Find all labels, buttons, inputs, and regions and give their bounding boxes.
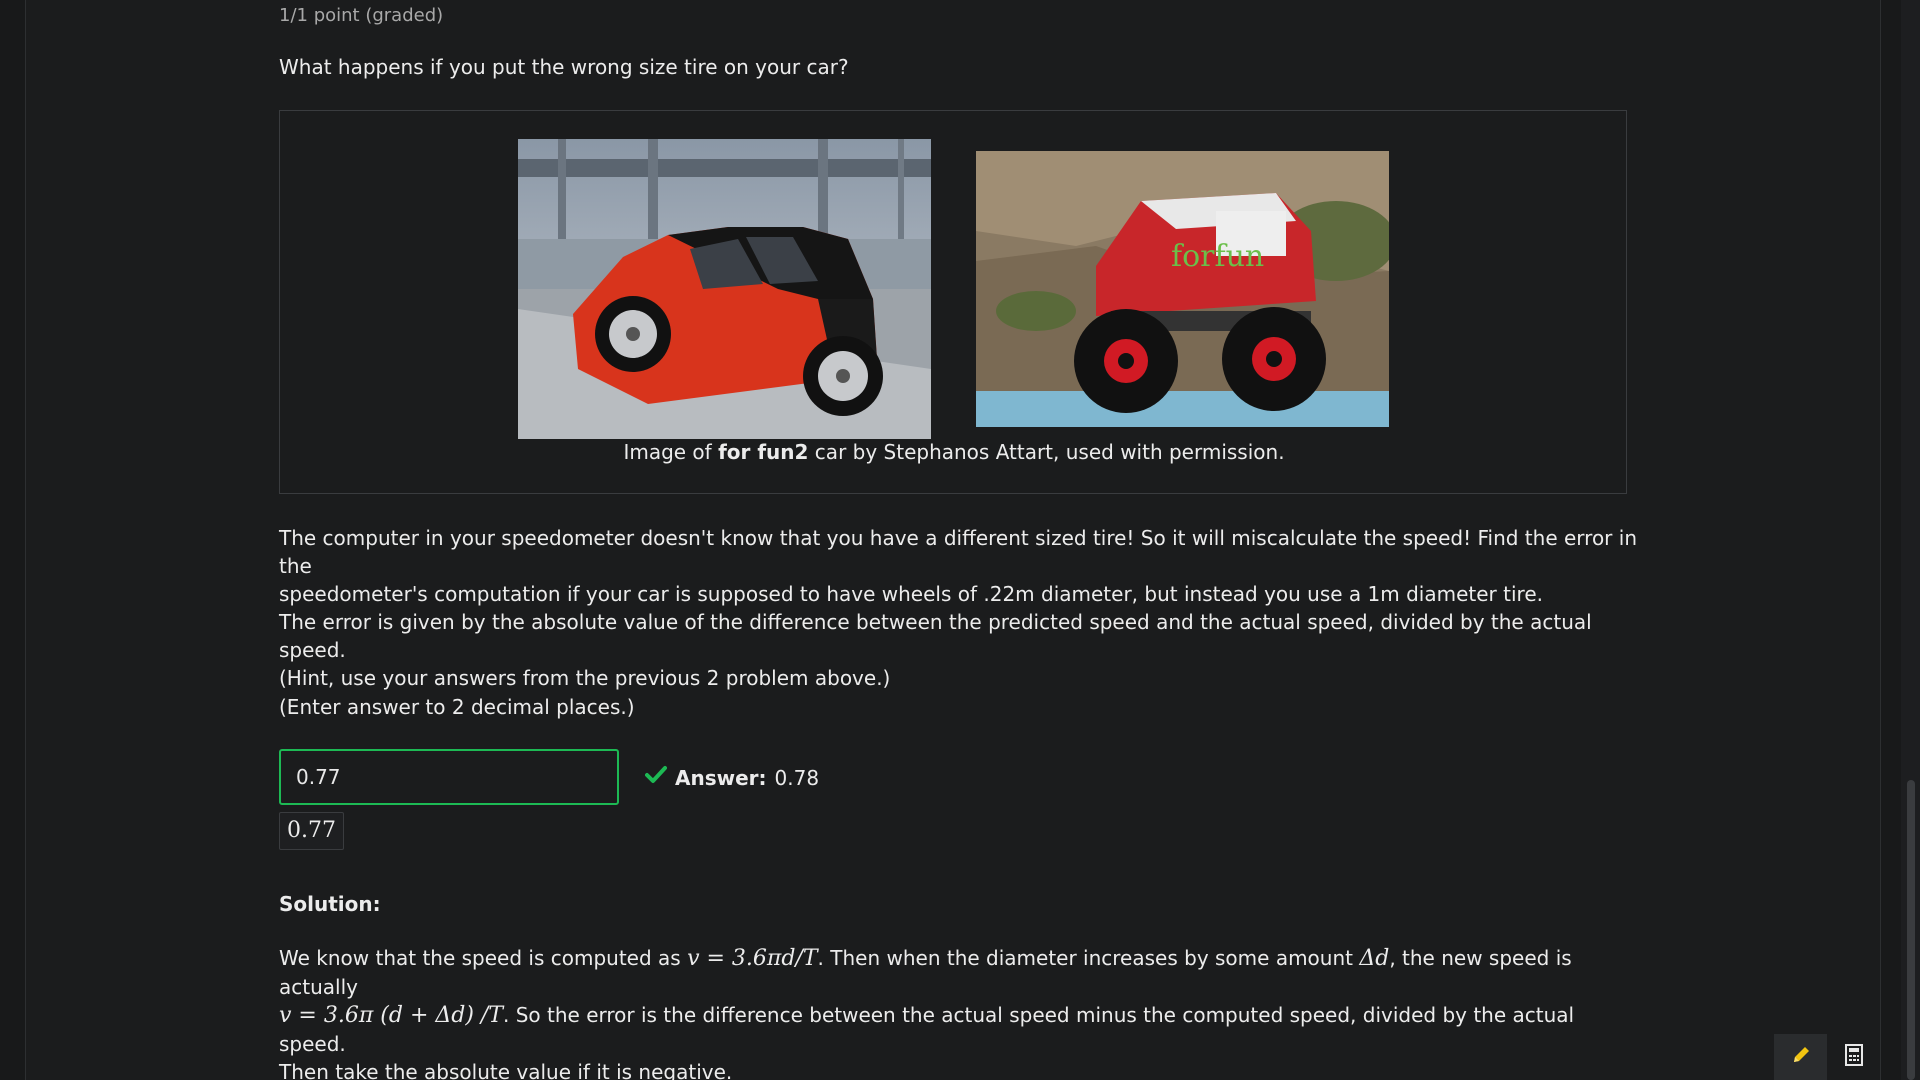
answer-label: Answer: xyxy=(675,765,767,790)
correct-answer-value: 0.78 xyxy=(774,765,820,790)
figure-box: forfun Image of for fun2 car by Stephano… xyxy=(279,110,1627,494)
caption-suffix: car by Stephanos Attart, used with permi… xyxy=(808,440,1285,464)
delta-d: Δd xyxy=(1359,946,1390,971)
paragraph-1: The computer in your speedometer doesn't… xyxy=(279,524,1639,608)
checkmark-icon xyxy=(645,765,667,790)
paragraph-1-line-1: The computer in your speedometer doesn't… xyxy=(279,526,1637,578)
caption-prefix: Image of xyxy=(623,440,719,464)
answer-status: Answer: 0.78 xyxy=(645,765,819,790)
solution-text-b: . Then when the diameter increases by so… xyxy=(817,946,1360,970)
left-gutter xyxy=(0,0,26,1080)
paragraph-1-line-2: speedometer's computation if your car is… xyxy=(279,582,1543,606)
solution-text-a: We know that the speed is computed as xyxy=(279,946,688,970)
scrollbar[interactable] xyxy=(1901,0,1920,1080)
solution-line-2: v = 3.6π (d + Δd) /T. So the error is th… xyxy=(279,1001,1639,1058)
paragraph-3: (Enter answer to 2 decimal places.) xyxy=(279,695,635,719)
speed-formula: v = 3.6πd/T xyxy=(687,946,818,971)
right-gutter xyxy=(1880,0,1902,1080)
question-text: What happens if you put the wrong size t… xyxy=(279,55,849,79)
new-speed-formula: v = 3.6π (d + Δd) /T xyxy=(279,1003,504,1028)
math-preview: 0.77 xyxy=(279,812,344,850)
solution-title: Solution: xyxy=(279,892,381,916)
page: 1/1 point (graded) What happens if you p… xyxy=(0,0,1920,1080)
forfun-logo-text: forfun xyxy=(1171,239,1264,274)
bottom-toolbar xyxy=(1774,1034,1880,1080)
smart-car-image xyxy=(518,139,931,439)
solution-line-3: Then take the absolute value if it is ne… xyxy=(279,1060,733,1080)
solution-line-1: We know that the speed is computed as v … xyxy=(279,944,1639,1001)
calculator-icon xyxy=(1844,1044,1864,1070)
calculator-button[interactable] xyxy=(1827,1034,1880,1080)
points-label: 1/1 point (graded) xyxy=(279,5,444,26)
paragraph-2-line-2: (Hint, use your answers from the previou… xyxy=(279,666,891,690)
figure-caption: Image of for fun2 car by Stephanos Attar… xyxy=(280,440,1628,464)
paragraph-2: The error is given by the absolute value… xyxy=(279,608,1639,692)
monster-truck-image: forfun xyxy=(976,151,1389,427)
answer-input[interactable] xyxy=(279,749,619,805)
notes-button[interactable] xyxy=(1774,1034,1827,1080)
pencil-icon xyxy=(1790,1044,1812,1070)
paragraph-2-line-1: The error is given by the absolute value… xyxy=(279,610,1592,662)
caption-bold: for fun2 xyxy=(718,440,809,464)
solution-text: We know that the speed is computed as v … xyxy=(279,944,1639,1080)
scroll-thumb[interactable] xyxy=(1907,780,1915,1080)
